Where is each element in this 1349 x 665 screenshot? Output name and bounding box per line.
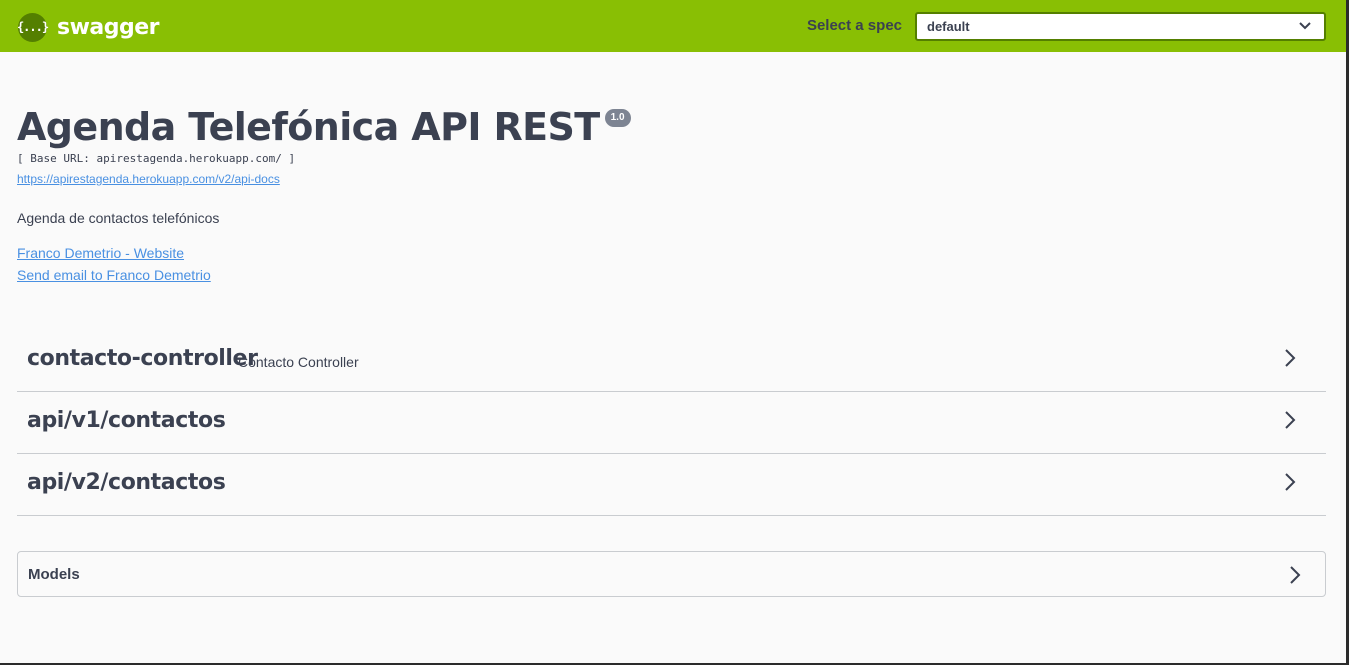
chevron-right-icon[interactable]	[1284, 348, 1296, 368]
spec-select-value: default	[927, 19, 970, 34]
chevron-right-icon[interactable]	[1284, 472, 1296, 492]
page-title: Agenda Telefónica API REST	[17, 105, 600, 149]
tag-name: api/v2/contactos	[27, 470, 226, 495]
api-description: Agenda de contactos telefónicos	[17, 210, 220, 226]
models-section[interactable]: Models	[17, 551, 1326, 597]
api-docs-link[interactable]: https://apirestagenda.herokuapp.com/v2/a…	[17, 172, 280, 186]
tag-api-v1-contactos[interactable]: api/v1/contactos	[17, 392, 1326, 454]
tag-name: api/v1/contactos	[27, 408, 226, 433]
chevron-right-icon[interactable]	[1284, 410, 1296, 430]
models-title: Models	[28, 566, 80, 583]
tag-contacto-controller[interactable]: contacto-controller Contacto Controller	[17, 330, 1326, 392]
tag-api-v2-contactos[interactable]: api/v2/contactos	[17, 454, 1326, 516]
contact-website-link[interactable]: Franco Demetrio - Website	[17, 245, 184, 261]
base-url: [ Base URL: apirestagenda.herokuapp.com/…	[17, 152, 296, 165]
tag-description: Contacto Controller	[238, 354, 359, 370]
chevron-down-icon	[1299, 22, 1311, 30]
info-title-row: Agenda Telefónica API REST 1.0	[17, 104, 631, 150]
version-badge: 1.0	[604, 109, 631, 127]
spec-select[interactable]: default	[915, 12, 1326, 41]
swagger-brand-link[interactable]: {...} swagger	[17, 12, 160, 42]
brand-name: swagger	[57, 14, 160, 40]
topbar: {...} swagger Select a spec default	[0, 0, 1346, 52]
chevron-right-icon[interactable]	[1289, 565, 1301, 585]
contact-email-link[interactable]: Send email to Franco Demetrio	[17, 267, 211, 283]
swagger-logo-icon: {...}	[17, 12, 49, 42]
tag-name: contacto-controller	[27, 346, 258, 371]
select-spec-label: Select a spec	[806, 17, 902, 34]
